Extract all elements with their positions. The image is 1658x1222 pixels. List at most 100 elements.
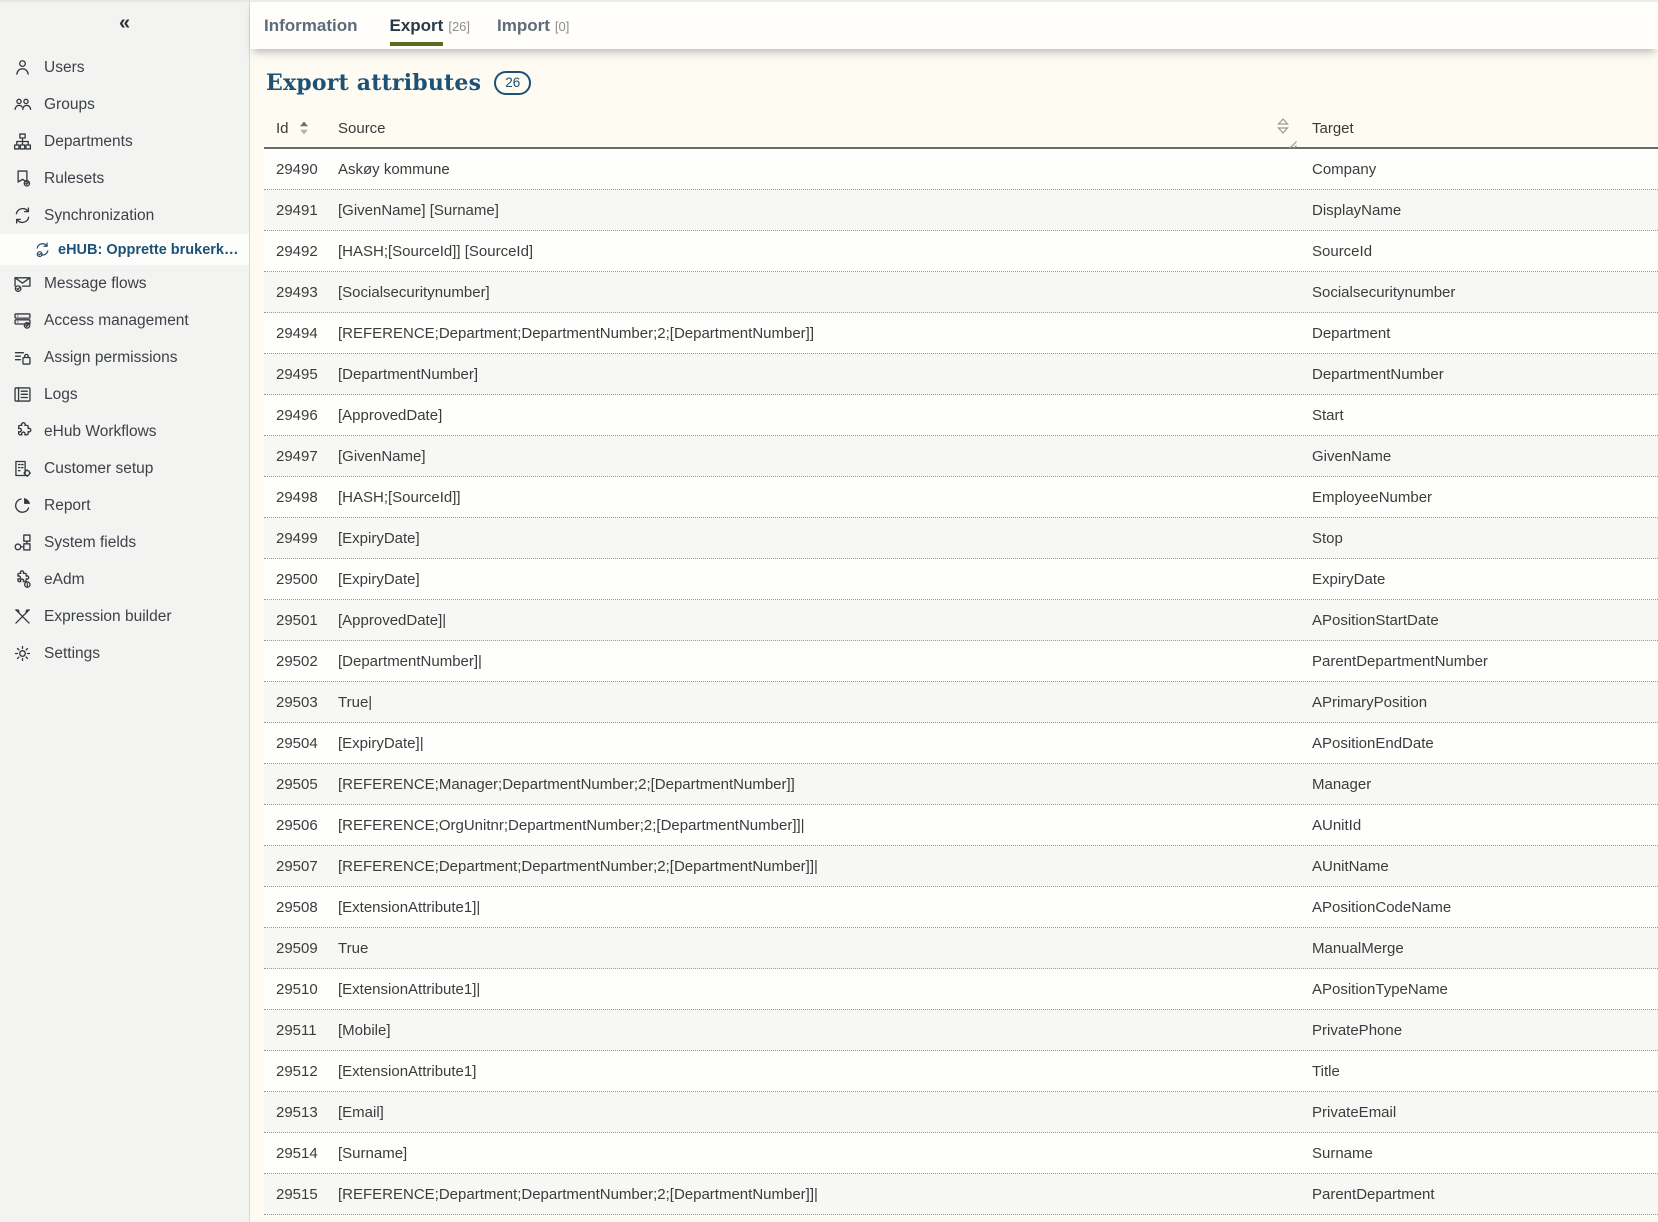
cell-source: [Surname] <box>326 1145 1299 1162</box>
table-row[interactable]: 29491 [GivenName] [Surname] DisplayName <box>264 190 1658 231</box>
cell-source: [REFERENCE;Department;DepartmentNumber;2… <box>326 1186 1299 1203</box>
cell-target: Title <box>1299 1063 1658 1080</box>
cell-target: APositionEndDate <box>1299 735 1658 752</box>
cell-source: [ApprovedDate]| <box>326 612 1299 629</box>
column-header-id-label: Id <box>276 120 289 137</box>
sidebar-item-settings[interactable]: Settings <box>0 635 249 672</box>
sidebar-item-logs[interactable]: Logs <box>0 376 249 413</box>
table-row[interactable]: 29490 Askøy kommune Company <box>264 149 1658 190</box>
table-row[interactable]: 29514 [Surname] Surname <box>264 1133 1658 1174</box>
table-row[interactable]: 29511 [Mobile] PrivatePhone <box>264 1010 1658 1051</box>
table-row[interactable]: 29498 [HASH;[SourceId]] EmployeeNumber <box>264 477 1658 518</box>
sidebar-collapse-button[interactable]: « <box>107 10 142 37</box>
table-row[interactable]: 29508 [ExtensionAttribute1]| APositionCo… <box>264 887 1658 928</box>
sidebar-item-expression-builder[interactable]: Expression builder <box>0 598 249 635</box>
cell-source: [Mobile] <box>326 1022 1299 1039</box>
column-header-source[interactable]: Source <box>326 109 1299 147</box>
cell-target: Company <box>1299 161 1658 178</box>
sidebar-item-ehub-workflows[interactable]: eHub Workflows <box>0 413 249 450</box>
table-row[interactable]: 29492 [HASH;[SourceId]] [SourceId] Sourc… <box>264 231 1658 272</box>
column-header-target[interactable]: Target <box>1299 109 1658 147</box>
cell-source: [ExpiryDate]| <box>326 735 1299 752</box>
table-row[interactable]: 29495 [DepartmentNumber] DepartmentNumbe… <box>264 354 1658 395</box>
sidebar-item-departments[interactable]: Departments <box>0 123 249 160</box>
page-head: Export attributes 26 <box>266 70 1658 96</box>
sidebar-item-synchronization[interactable]: Synchronization <box>0 197 249 234</box>
cell-source: [ExpiryDate] <box>326 571 1299 588</box>
table-row[interactable]: 29494 [REFERENCE;Department;DepartmentNu… <box>264 313 1658 354</box>
message-flows-icon <box>12 273 33 294</box>
table-body: 29490 Askøy kommune Company 29491 [Given… <box>264 149 1658 1215</box>
tab-export[interactable]: Export [26] <box>390 2 471 49</box>
table-row[interactable]: 29506 [REFERENCE;OrgUnitnr;DepartmentNum… <box>264 805 1658 846</box>
table-row[interactable]: 29505 [REFERENCE;Manager;DepartmentNumbe… <box>264 764 1658 805</box>
cell-source: [Socialsecuritynumber] <box>326 284 1299 301</box>
cell-target: APositionTypeName <box>1299 981 1658 998</box>
table-row[interactable]: 29507 [REFERENCE;Department;DepartmentNu… <box>264 846 1658 887</box>
column-header-id[interactable]: Id <box>264 109 326 147</box>
table-row[interactable]: 29496 [ApprovedDate] Start <box>264 395 1658 436</box>
cell-target: APositionStartDate <box>1299 612 1658 629</box>
tab-bar: Information Export [26] Import [0] <box>250 0 1658 49</box>
sidebar-item-report[interactable]: Report <box>0 487 249 524</box>
column-resize-grip[interactable] <box>1286 138 1298 150</box>
main-area: Information Export [26] Import [0] Expor… <box>250 0 1658 1222</box>
cell-id: 29493 <box>264 284 326 301</box>
report-icon <box>12 495 33 516</box>
sidebar-item-access-management[interactable]: Access management <box>0 302 249 339</box>
table-row[interactable]: 29493 [Socialsecuritynumber] Socialsecur… <box>264 272 1658 313</box>
cell-id: 29502 <box>264 653 326 670</box>
cell-source: [REFERENCE;Department;DepartmentNumber;2… <box>326 858 1299 875</box>
cell-id: 29504 <box>264 735 326 752</box>
sidebar-item-message-flows[interactable]: Message flows <box>0 265 249 302</box>
departments-icon <box>12 131 33 152</box>
table-header: Id Source Tar <box>264 109 1658 149</box>
cell-source: [GivenName] [Surname] <box>326 202 1299 219</box>
sidebar-item-users[interactable]: Users <box>0 49 249 86</box>
table-row[interactable]: 29500 [ExpiryDate] ExpiryDate <box>264 559 1658 600</box>
cell-id: 29509 <box>264 940 326 957</box>
cell-id: 29492 <box>264 243 326 260</box>
sort-icon[interactable] <box>1276 117 1290 135</box>
cell-id: 29491 <box>264 202 326 219</box>
cell-source: [ExtensionAttribute1]| <box>326 899 1299 916</box>
sidebar-item-assign-permissions[interactable]: Assign permissions <box>0 339 249 376</box>
sidebar-item-rulesets[interactable]: Rulesets <box>0 160 249 197</box>
table-row[interactable]: 29513 [Email] PrivateEmail <box>264 1092 1658 1133</box>
sort-ascending-icon[interactable] <box>298 120 310 136</box>
sidebar-item-ehub-opprette-brukerkonto-fo[interactable]: eHUB: Opprette brukerkonto fo... <box>0 234 249 265</box>
table-row[interactable]: 29509 True ManualMerge <box>264 928 1658 969</box>
table-row[interactable]: 29503 True| APrimaryPosition <box>264 682 1658 723</box>
sidebar-item-system-fields[interactable]: System fields <box>0 524 249 561</box>
table-row[interactable]: 29499 [ExpiryDate] Stop <box>264 518 1658 559</box>
content: Export attributes 26 Id Source <box>250 49 1658 1222</box>
access-management-icon <box>12 310 33 331</box>
table-row[interactable]: 29501 [ApprovedDate]| APositionStartDate <box>264 600 1658 641</box>
cell-target: Surname <box>1299 1145 1658 1162</box>
eadm-icon <box>12 569 33 590</box>
table-row[interactable]: 29502 [DepartmentNumber]| ParentDepartme… <box>264 641 1658 682</box>
table-row[interactable]: 29504 [ExpiryDate]| APositionEndDate <box>264 723 1658 764</box>
cell-target: ManualMerge <box>1299 940 1658 957</box>
cell-id: 29514 <box>264 1145 326 1162</box>
page-title: Export attributes <box>266 70 481 96</box>
cell-id: 29506 <box>264 817 326 834</box>
customer-setup-icon <box>12 458 33 479</box>
table-row[interactable]: 29497 [GivenName] GivenName <box>264 436 1658 477</box>
tab-information[interactable]: Information <box>264 2 363 49</box>
cell-target: SourceId <box>1299 243 1658 260</box>
sidebar-item-eadm[interactable]: eAdm <box>0 561 249 598</box>
export-attributes-table: Id Source Tar <box>264 109 1658 1215</box>
workflows-icon <box>12 421 33 442</box>
tab-import[interactable]: Import [0] <box>497 2 569 49</box>
table-row[interactable]: 29512 [ExtensionAttribute1] Title <box>264 1051 1658 1092</box>
table-row[interactable]: 29510 [ExtensionAttribute1]| APositionTy… <box>264 969 1658 1010</box>
sidebar-nav: Users Groups Departments Rulesets Synchr… <box>0 49 249 672</box>
sidebar-item-groups[interactable]: Groups <box>0 86 249 123</box>
cell-source: [HASH;[SourceId]] [SourceId] <box>326 243 1299 260</box>
cell-target: Start <box>1299 407 1658 424</box>
table-row[interactable]: 29515 [REFERENCE;Department;DepartmentNu… <box>264 1174 1658 1215</box>
sync-icon <box>12 205 33 226</box>
cell-target: EmployeeNumber <box>1299 489 1658 506</box>
sidebar-item-customer-setup[interactable]: Customer setup <box>0 450 249 487</box>
